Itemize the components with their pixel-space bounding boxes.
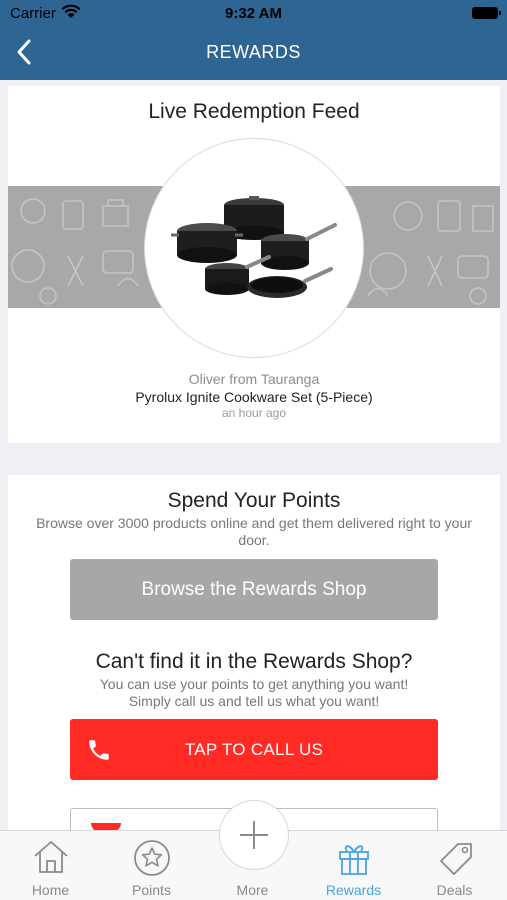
- spend-points-card: Spend Your Points Browse over 3000 produ…: [8, 475, 500, 848]
- tab-label-home: Home: [31, 882, 70, 898]
- cant-find-line-1: You can use your points to get anything …: [99, 676, 409, 692]
- call-button-label: TAP TO CALL US: [184, 740, 324, 759]
- page-title: REWARDS: [206, 42, 301, 62]
- tab-label-deals: Deals: [436, 882, 473, 898]
- tab-points[interactable]: Points: [101, 831, 202, 900]
- tab-home[interactable]: Home: [0, 831, 101, 900]
- spend-title: Spend Your Points: [167, 489, 341, 512]
- navigation-bar: Carrier 9:32 AM REWARDS: [0, 0, 507, 80]
- tab-label-points: Points: [132, 882, 171, 898]
- cant-find-description: You can use your points to get anything …: [24, 676, 484, 710]
- redeemer-name: Oliver from Tauranga: [188, 371, 320, 387]
- star-icon: [134, 840, 170, 876]
- cant-find-line-2: Simply call us and tell us what you want…: [128, 693, 380, 709]
- spend-description: Browse over 3000 products online and get…: [36, 515, 472, 548]
- browse-rewards-shop-button[interactable]: Browse the Rewards Shop: [70, 559, 438, 620]
- more-button[interactable]: [219, 800, 289, 870]
- gift-icon: [339, 845, 369, 875]
- tab-rewards[interactable]: Rewards: [303, 831, 404, 900]
- status-bar: Carrier 9:32 AM: [0, 0, 507, 28]
- plus-icon: [240, 821, 268, 849]
- tag-icon: [440, 843, 472, 875]
- home-icon: [34, 841, 68, 873]
- cookware-product-image: [171, 196, 337, 298]
- tab-label-rewards: Rewards: [325, 882, 382, 898]
- cant-find-title: Can't find it in the Rewards Shop?: [95, 650, 413, 673]
- battery-icon: [472, 7, 501, 19]
- redemption-feed-card: Live Redemption Feed Oliver from Taurang…: [8, 86, 500, 443]
- redemption-time: an hour ago: [221, 406, 287, 420]
- tab-deals[interactable]: Deals: [404, 831, 505, 900]
- tap-to-call-button[interactable]: TAP TO CALL US: [70, 719, 438, 780]
- tab-label-more: More: [236, 882, 269, 898]
- feed-title: Live Redemption Feed: [148, 100, 360, 123]
- status-time: 9:32 AM: [225, 5, 282, 22]
- redeemed-product-name: Pyrolux Ignite Cookware Set (5-Piece): [135, 389, 373, 405]
